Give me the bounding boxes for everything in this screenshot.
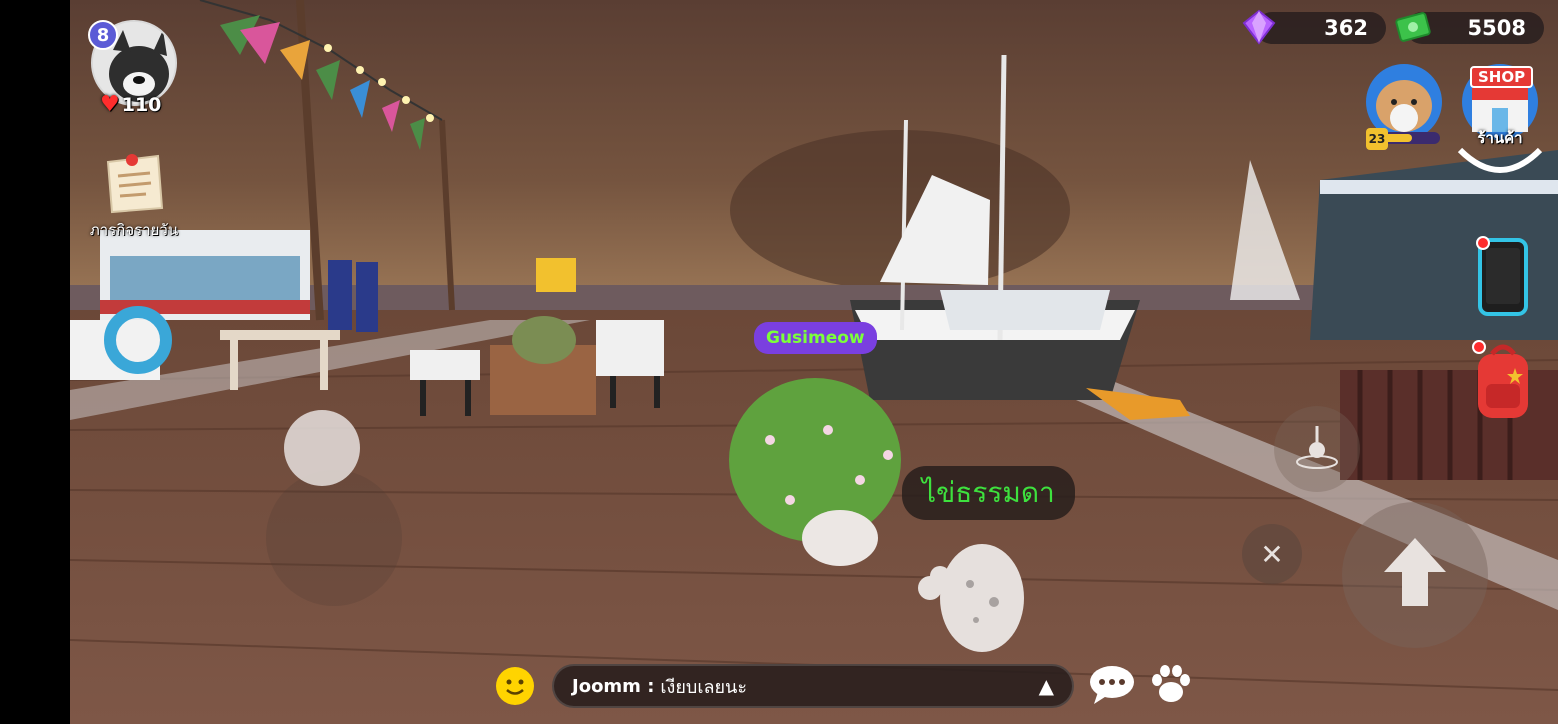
cash-value: 5508 bbox=[1467, 16, 1526, 40]
egg-bubble[interactable] bbox=[916, 540, 1028, 656]
fishing-icon bbox=[1296, 426, 1338, 469]
quest-note-icon bbox=[102, 152, 166, 216]
shop-button[interactable]: SHOP ร้านค้า bbox=[1458, 62, 1542, 150]
shop-badge: SHOP bbox=[1470, 66, 1534, 88]
daily-quest-button[interactable]: ภารกิจรายวัน bbox=[82, 152, 186, 242]
phone-button[interactable] bbox=[1474, 236, 1534, 320]
player-nametag: Gusimeow bbox=[754, 322, 877, 354]
smiley-icon bbox=[497, 668, 533, 704]
shop-label: ร้านค้า bbox=[1477, 129, 1523, 147]
health-value: 110 bbox=[121, 93, 162, 116]
joystick-base[interactable] bbox=[266, 470, 402, 606]
chat-sender: Joomm : bbox=[572, 675, 655, 697]
backpack-notification-dot bbox=[1472, 340, 1486, 354]
jump-button[interactable] bbox=[1342, 502, 1488, 648]
close-button[interactable]: ✕ bbox=[1242, 524, 1302, 584]
egg-icon bbox=[918, 544, 1024, 652]
chat-expand-icon[interactable]: ▲ bbox=[1039, 674, 1054, 698]
heart-icon: ♥ bbox=[100, 92, 120, 117]
chat-button[interactable] bbox=[1088, 664, 1136, 706]
player-level-badge: 8 bbox=[88, 20, 118, 50]
world-scene bbox=[70, 0, 1558, 724]
fishing-button[interactable] bbox=[1274, 406, 1360, 492]
up-arrow-icon bbox=[1384, 538, 1446, 606]
game-world[interactable] bbox=[70, 0, 1558, 724]
pet-button[interactable]: 23 bbox=[1364, 62, 1444, 150]
phone-notification-dot bbox=[1476, 236, 1490, 250]
chat-bubble-icon bbox=[1090, 666, 1134, 704]
player-profile[interactable]: 8 ♥ 110 bbox=[88, 20, 178, 117]
gem-icon bbox=[1240, 8, 1278, 46]
paw-icon bbox=[1152, 665, 1190, 702]
chat-bar[interactable]: Joomm : เงียบเลยนะ ▲ bbox=[552, 664, 1074, 708]
item-label[interactable]: ไข่ธรรมดา bbox=[902, 466, 1075, 520]
backpack-button[interactable] bbox=[1470, 340, 1536, 424]
chat-message: เงียบเลยนะ bbox=[660, 676, 748, 698]
health-display: ♥ 110 bbox=[100, 92, 161, 117]
pet-level-badge: 23 bbox=[1366, 128, 1388, 150]
pets-button[interactable] bbox=[1148, 662, 1194, 708]
gem-value: 362 bbox=[1324, 16, 1368, 40]
quest-label: ภารกิจรายวัน bbox=[89, 221, 179, 239]
joystick-knob[interactable] bbox=[284, 410, 360, 486]
cash-icon bbox=[1394, 8, 1432, 46]
emoji-button[interactable] bbox=[496, 667, 534, 705]
